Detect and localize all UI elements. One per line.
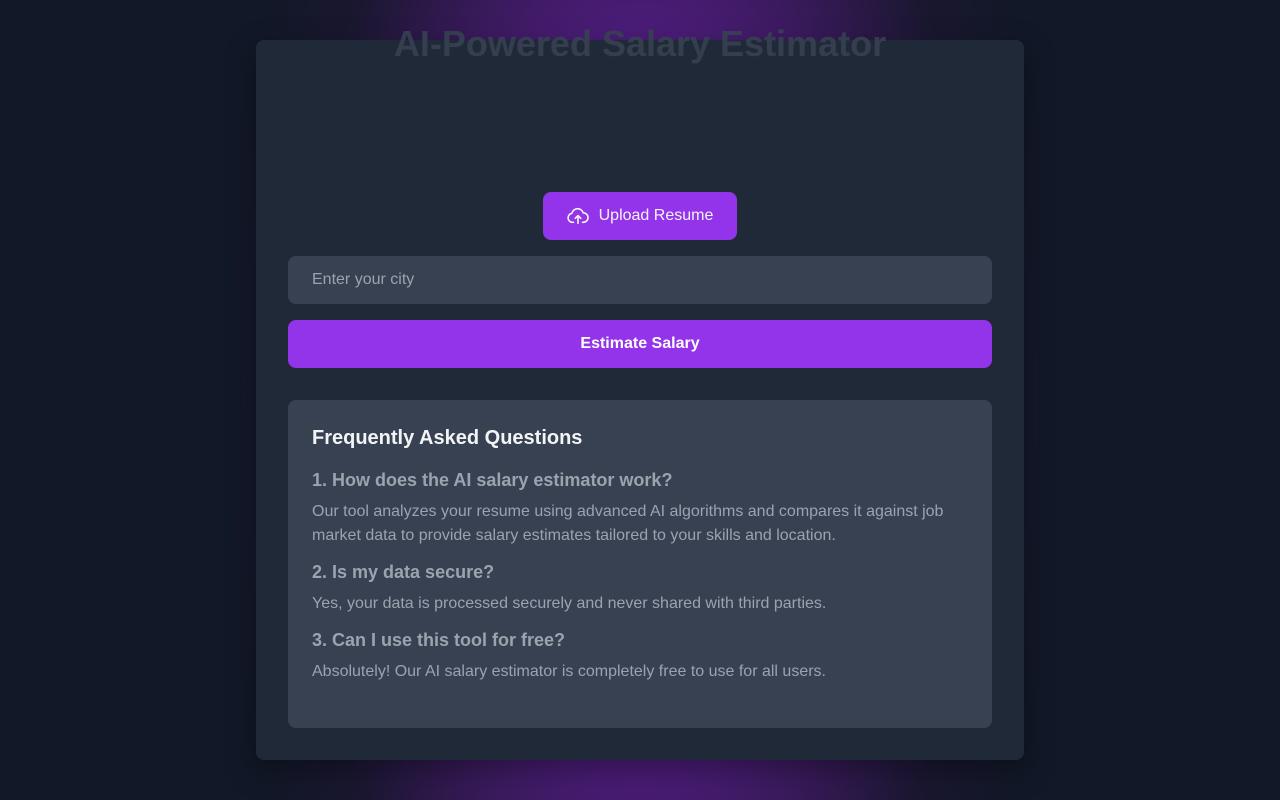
city-input[interactable] bbox=[288, 256, 992, 304]
faq-question: 1. How does the AI salary estimator work… bbox=[312, 470, 673, 490]
cloud-upload-icon bbox=[566, 207, 589, 225]
faq-title: Frequently Asked Questions bbox=[312, 427, 583, 449]
faq-question: 3. Can I use this tool for free? bbox=[312, 630, 566, 650]
faq-answer: Absolutely! Our AI salary estimator is c… bbox=[312, 663, 826, 680]
estimate-salary-button[interactable]: Estimate Salary bbox=[288, 320, 992, 368]
faq-section: Frequently Asked Questions 1. How does t… bbox=[288, 400, 992, 728]
faq-item: 2. Is my data secure? Yes, your data is … bbox=[312, 560, 968, 616]
upload-resume-label: Upload Resume bbox=[598, 207, 714, 224]
faq-answer: Our tool analyzes your resume using adva… bbox=[312, 503, 944, 544]
page-title: AI-Powered Salary Estimator bbox=[393, 23, 887, 64]
faq-question: 2. Is my data secure? bbox=[312, 562, 495, 582]
faq-item: 1. How does the AI salary estimator work… bbox=[312, 468, 968, 548]
faq-item: 3. Can I use this tool for free? Absolut… bbox=[312, 628, 968, 684]
main-card: AI-Powered Salary Estimator Upload Resum… bbox=[256, 24, 1024, 760]
faq-answer: Yes, your data is processed securely and… bbox=[312, 595, 827, 612]
upload-resume-button[interactable]: Upload Resume bbox=[543, 192, 737, 240]
